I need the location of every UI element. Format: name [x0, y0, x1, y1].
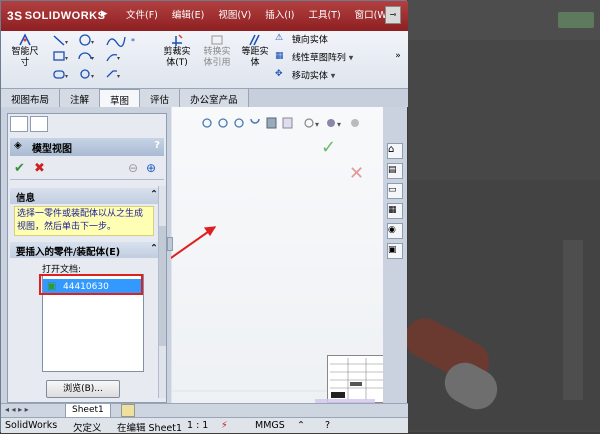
svg-text:▾: ▾ [65, 73, 68, 80]
svg-text:*: * [131, 37, 135, 46]
design-library-icon[interactable]: ▤ [387, 163, 403, 179]
browse-button[interactable]: 浏览(B)... [46, 380, 120, 398]
add-sheet-icon[interactable] [121, 404, 135, 417]
sheet-format-thumbnail [327, 355, 387, 403]
feature-tree-tab-icon[interactable] [10, 116, 28, 132]
trim-icon [172, 34, 183, 46]
tab-sketch[interactable]: 草图 [100, 89, 141, 107]
title-bar: 3S SOLIDWORKS ▸ 文件(F) 编辑(E) 视图(V) 插入(I) 工… [1, 1, 408, 31]
appearance-icon[interactable]: ◉ [387, 223, 403, 239]
tab-annotation[interactable]: 注解 [60, 89, 101, 107]
svg-text:▾: ▾ [117, 55, 120, 62]
menu-bar: 文件(F) 编辑(E) 视图(V) 插入(I) 工具(T) 窗口(W) [119, 7, 397, 21]
svg-text:▾: ▾ [91, 55, 94, 62]
home-icon[interactable]: ⌂ [387, 143, 403, 159]
menu-edit[interactable]: 编辑(E) [165, 7, 211, 21]
help-icon[interactable]: ? [154, 140, 160, 151]
menu-tools[interactable]: 工具(T) [301, 7, 347, 21]
menu-file[interactable]: 文件(F) [119, 7, 165, 21]
view-palette-icon[interactable]: ▦ [387, 203, 403, 219]
confirm-bar: ✔ ✖ ⊖ ⊕ [10, 158, 164, 180]
convert-entities-button[interactable]: 转换实 体引用 [197, 33, 237, 69]
menu-view[interactable]: 视图(V) [211, 7, 258, 21]
offset-entities-button[interactable]: 等距实 体 [237, 33, 273, 69]
svg-text:▾: ▾ [91, 73, 94, 80]
panel-scrollbar[interactable] [158, 186, 166, 398]
menu-insert[interactable]: 插入(I) [258, 7, 301, 21]
status-units[interactable]: MMGS [255, 420, 285, 431]
tab-view-layout[interactable]: 视图布局 [1, 89, 61, 107]
sketch-tools-icons: ▾ ▾ * ▾ ▾ ▾ ▾ ▾ ▾ [53, 34, 135, 80]
info-message: 选择一零件或装配体以从之生成视图，然后单击下一步。 [14, 206, 154, 236]
insert-section-header[interactable]: 要插入的零件/装配体(E) ⌃ [10, 242, 164, 258]
smart-dimension-icon [19, 33, 31, 46]
solidworks-window: 3S SOLIDWORKS ▸ 文件(F) 编辑(E) 视图(V) 插入(I) 工… [0, 0, 408, 434]
file-explorer-icon[interactable]: ▭ [387, 183, 403, 199]
command-tabs: 视图布局 注解 草图 评估 办公室产品 [1, 89, 408, 107]
menu-arrow-icon[interactable]: ▸ [101, 6, 115, 24]
status-bar: SolidWorks 欠定义 在编辑 Sheet1 1 : 1 ⚡ MMGS ⌃… [1, 417, 408, 434]
next-icon[interactable]: ⊕ [146, 161, 156, 175]
solidworks-logo: 3S SOLIDWORKS [7, 9, 106, 23]
info-section-header[interactable]: 信息 ⌃ [10, 188, 164, 204]
svg-text:▾: ▾ [65, 55, 68, 62]
back-icon[interactable]: ⊖ [128, 161, 138, 175]
tab-office-products[interactable]: 办公室产品 [180, 89, 249, 107]
pattern-icon: ▦ [275, 51, 284, 61]
ribbon-expand-icon[interactable]: » [391, 51, 405, 62]
sketch-tools-group: ▾ ▾ * ▾ ▾ ▾ ▾ ▾ ▾ [51, 33, 151, 87]
manager-tabs [8, 114, 166, 134]
custom-properties-icon[interactable]: ▣ [387, 243, 403, 259]
help-status-icon[interactable]: ? [325, 420, 330, 431]
collapse-icon[interactable]: ⌃ [150, 189, 158, 200]
collapse-icon[interactable]: ⌃ [150, 243, 158, 254]
panel-title-text: 模型视图 [32, 144, 72, 155]
offset-icon [249, 34, 260, 46]
panel-title: 模型视图 ? ◈ [10, 138, 164, 156]
rebuild-icon[interactable]: ⚡ [221, 420, 228, 431]
panel-splitter[interactable] [167, 237, 173, 251]
ok-icon[interactable]: ✔ [14, 161, 25, 176]
property-tab-icon[interactable] [30, 116, 48, 132]
tab-evaluate[interactable]: 评估 [140, 89, 181, 107]
linear-pattern-button[interactable]: ▦ 线性草图阵列 ▾ [275, 51, 385, 65]
highlight-box [39, 274, 143, 295]
sheet-tab-bar: ◂ ◂ ▸ ▸ Sheet1 [1, 403, 408, 418]
mirror-entities-button[interactable]: ⚠ 镜向实体 [275, 33, 385, 47]
sheet-tab[interactable]: Sheet1 [65, 404, 111, 418]
task-pane-tabs: ⌂ ▤ ▭ ▦ ◉ ▣ [383, 107, 407, 407]
svg-text:▾: ▾ [117, 73, 120, 80]
mirror-icon: ⚠ [275, 33, 284, 43]
units-dropdown-icon[interactable]: ⌃ [297, 420, 305, 431]
drawing-canvas[interactable]: ▾ ▾ ✓ ✕ [171, 107, 387, 415]
pin-icon[interactable]: ⊸ [385, 6, 401, 24]
move-entities-button[interactable]: ✥ 移动实体 ▾ [275, 69, 385, 83]
cancel-icon[interactable]: ✖ [34, 161, 45, 176]
background-window [397, 0, 600, 432]
status-scale: 1 : 1 [187, 420, 209, 431]
status-app-name: SolidWorks [5, 420, 58, 431]
trim-entities-button[interactable]: 剪裁实 体(T) [157, 33, 197, 69]
model-view-icon: ◈ [14, 140, 22, 151]
smart-dimension-button[interactable]: 智能尺 寸 [7, 33, 43, 69]
svg-text:▾: ▾ [65, 39, 68, 46]
svg-text:▾: ▾ [91, 39, 94, 46]
sheet-nav-icons[interactable]: ◂ ◂ ▸ ▸ [5, 405, 29, 414]
move-icon: ✥ [275, 69, 283, 79]
property-manager: 模型视图 ? ◈ ✔ ✖ ⊖ ⊕ 信息 ⌃ 选择一零件或装配体以从之生成视图，然… [7, 113, 167, 403]
command-ribbon: 智能尺 寸 ▾ ▾ * ▾ ▾ ▾ ▾ ▾ ▾ 剪裁实 体(T) 转换实 体引用… [1, 31, 408, 89]
convert-icon [211, 35, 223, 45]
